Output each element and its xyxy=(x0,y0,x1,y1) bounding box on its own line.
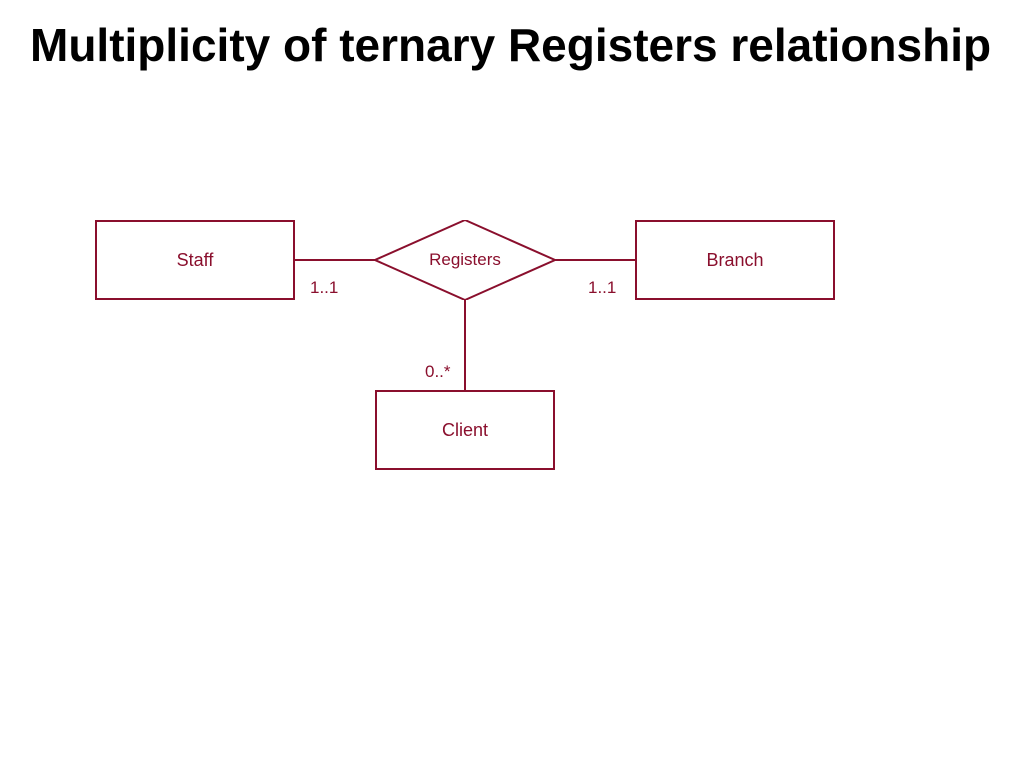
multiplicity-staff: 1..1 xyxy=(310,278,338,298)
relationship-registers: Registers xyxy=(375,220,555,300)
entity-staff-label: Staff xyxy=(177,250,214,271)
multiplicity-branch: 1..1 xyxy=(588,278,616,298)
slide: Multiplicity of ternary Registers relati… xyxy=(0,0,1024,768)
edge-client-registers xyxy=(464,300,466,390)
entity-branch: Branch xyxy=(635,220,835,300)
multiplicity-client: 0..* xyxy=(425,362,451,382)
entity-staff: Staff xyxy=(95,220,295,300)
er-diagram: Staff Branch Client Registers 1..1 1..1 … xyxy=(0,190,1024,590)
relationship-label: Registers xyxy=(429,250,501,270)
entity-client: Client xyxy=(375,390,555,470)
entity-client-label: Client xyxy=(442,420,488,441)
page-title: Multiplicity of ternary Registers relati… xyxy=(30,20,994,71)
edge-branch-registers xyxy=(555,259,635,261)
entity-branch-label: Branch xyxy=(706,250,763,271)
edge-staff-registers xyxy=(295,259,375,261)
